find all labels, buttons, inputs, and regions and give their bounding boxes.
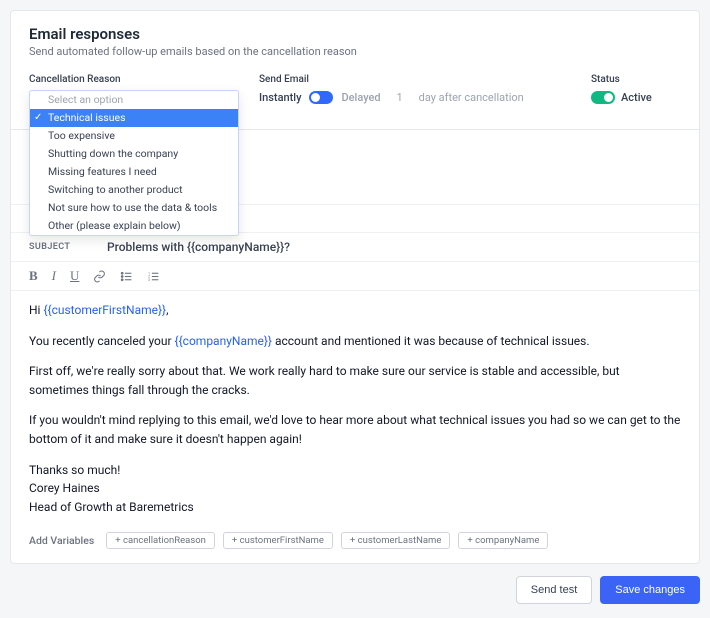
email-responses-card: Email responses Send automated follow-up… <box>10 10 700 564</box>
reason-option-other[interactable]: Other (please explain below) <box>30 217 238 235</box>
variable-customer-first-name: {{customerFirstName}} <box>43 303 166 317</box>
variable-company-name: {{companyName}} <box>175 334 272 348</box>
cancellation-reason-column: Cancellation Reason Select an option Tec… <box>29 74 239 115</box>
email-body-editor[interactable]: Hi {{customerFirstName}}, You recently c… <box>11 291 699 532</box>
variable-pill-customer-first-name[interactable]: + customerFirstName <box>223 532 333 549</box>
body-paragraph-2: First off, we're really sorry about that… <box>29 362 681 399</box>
subject-row: SUBJECT Problems with {{companyName}}? <box>11 233 699 262</box>
reason-option-too-expensive[interactable]: Too expensive <box>30 127 238 145</box>
reason-option-technical-issues[interactable]: Technical issues <box>30 109 238 127</box>
delay-unit-label: day after cancellation <box>419 91 524 104</box>
send-email-column: Send Email Instantly Delayed 1 day after… <box>259 74 571 115</box>
status-column: Status Active <box>591 74 681 115</box>
send-email-label: Send Email <box>259 74 571 85</box>
italic-button[interactable]: I <box>52 268 56 284</box>
send-instantly-label: Instantly <box>259 91 301 104</box>
add-variables-label: Add Variables <box>29 534 94 547</box>
body-paragraph-1: You recently canceled your {{companyName… <box>29 332 681 351</box>
subject-label: SUBJECT <box>29 242 107 252</box>
body-greeting: Hi {{customerFirstName}}, <box>29 301 681 320</box>
status-label: Status <box>591 74 681 85</box>
bold-button[interactable]: B <box>29 268 38 284</box>
reason-option-placeholder[interactable]: Select an option <box>30 91 238 109</box>
send-email-row: Instantly Delayed 1 day after cancellati… <box>259 91 571 104</box>
cancellation-reason-label: Cancellation Reason <box>29 74 239 85</box>
save-changes-button[interactable]: Save changes <box>600 576 700 604</box>
status-toggle[interactable] <box>591 91 615 104</box>
reason-option-shutting-down[interactable]: Shutting down the company <box>30 145 238 163</box>
subject-value[interactable]: Problems with {{companyName}}? <box>107 240 290 254</box>
reason-option-not-sure[interactable]: Not sure how to use the data & tools <box>30 199 238 217</box>
status-value: Active <box>621 91 652 104</box>
underline-button[interactable]: U <box>70 268 79 284</box>
cancellation-reason-dropdown[interactable]: Select an option Technical issues Too ex… <box>29 90 239 236</box>
svg-text:3: 3 <box>148 277 150 281</box>
add-variables-row: Add Variables + cancellationReason + cus… <box>11 532 699 563</box>
variable-pill-cancellation-reason[interactable]: + cancellationReason <box>106 532 215 549</box>
send-test-button[interactable]: Send test <box>516 576 592 604</box>
body-signature: Thanks so much! Corey Haines Head of Gro… <box>29 461 681 517</box>
settings-row: Cancellation Reason Select an option Tec… <box>29 74 681 115</box>
page-subtitle: Send automated follow-up emails based on… <box>29 45 681 58</box>
numbered-list-icon[interactable]: 123 <box>147 270 160 283</box>
variable-pill-company-name[interactable]: + companyName <box>458 532 548 549</box>
link-icon[interactable] <box>93 270 106 283</box>
variable-pill-customer-last-name[interactable]: + customerLastName <box>341 532 451 549</box>
send-mode-toggle[interactable] <box>309 91 333 104</box>
status-row: Active <box>591 91 681 104</box>
footer-actions: Send test Save changes <box>10 564 700 608</box>
send-delayed-label: Delayed <box>341 91 380 104</box>
editor-toolbar: B I U 123 <box>11 262 699 291</box>
body-paragraph-3: If you wouldn't mind replying to this em… <box>29 411 681 448</box>
delay-days-input[interactable]: 1 <box>389 91 411 104</box>
reason-option-switching-product[interactable]: Switching to another product <box>30 181 238 199</box>
bullet-list-icon[interactable] <box>120 270 133 283</box>
reason-option-missing-features[interactable]: Missing features I need <box>30 163 238 181</box>
page-title: Email responses <box>29 25 681 43</box>
